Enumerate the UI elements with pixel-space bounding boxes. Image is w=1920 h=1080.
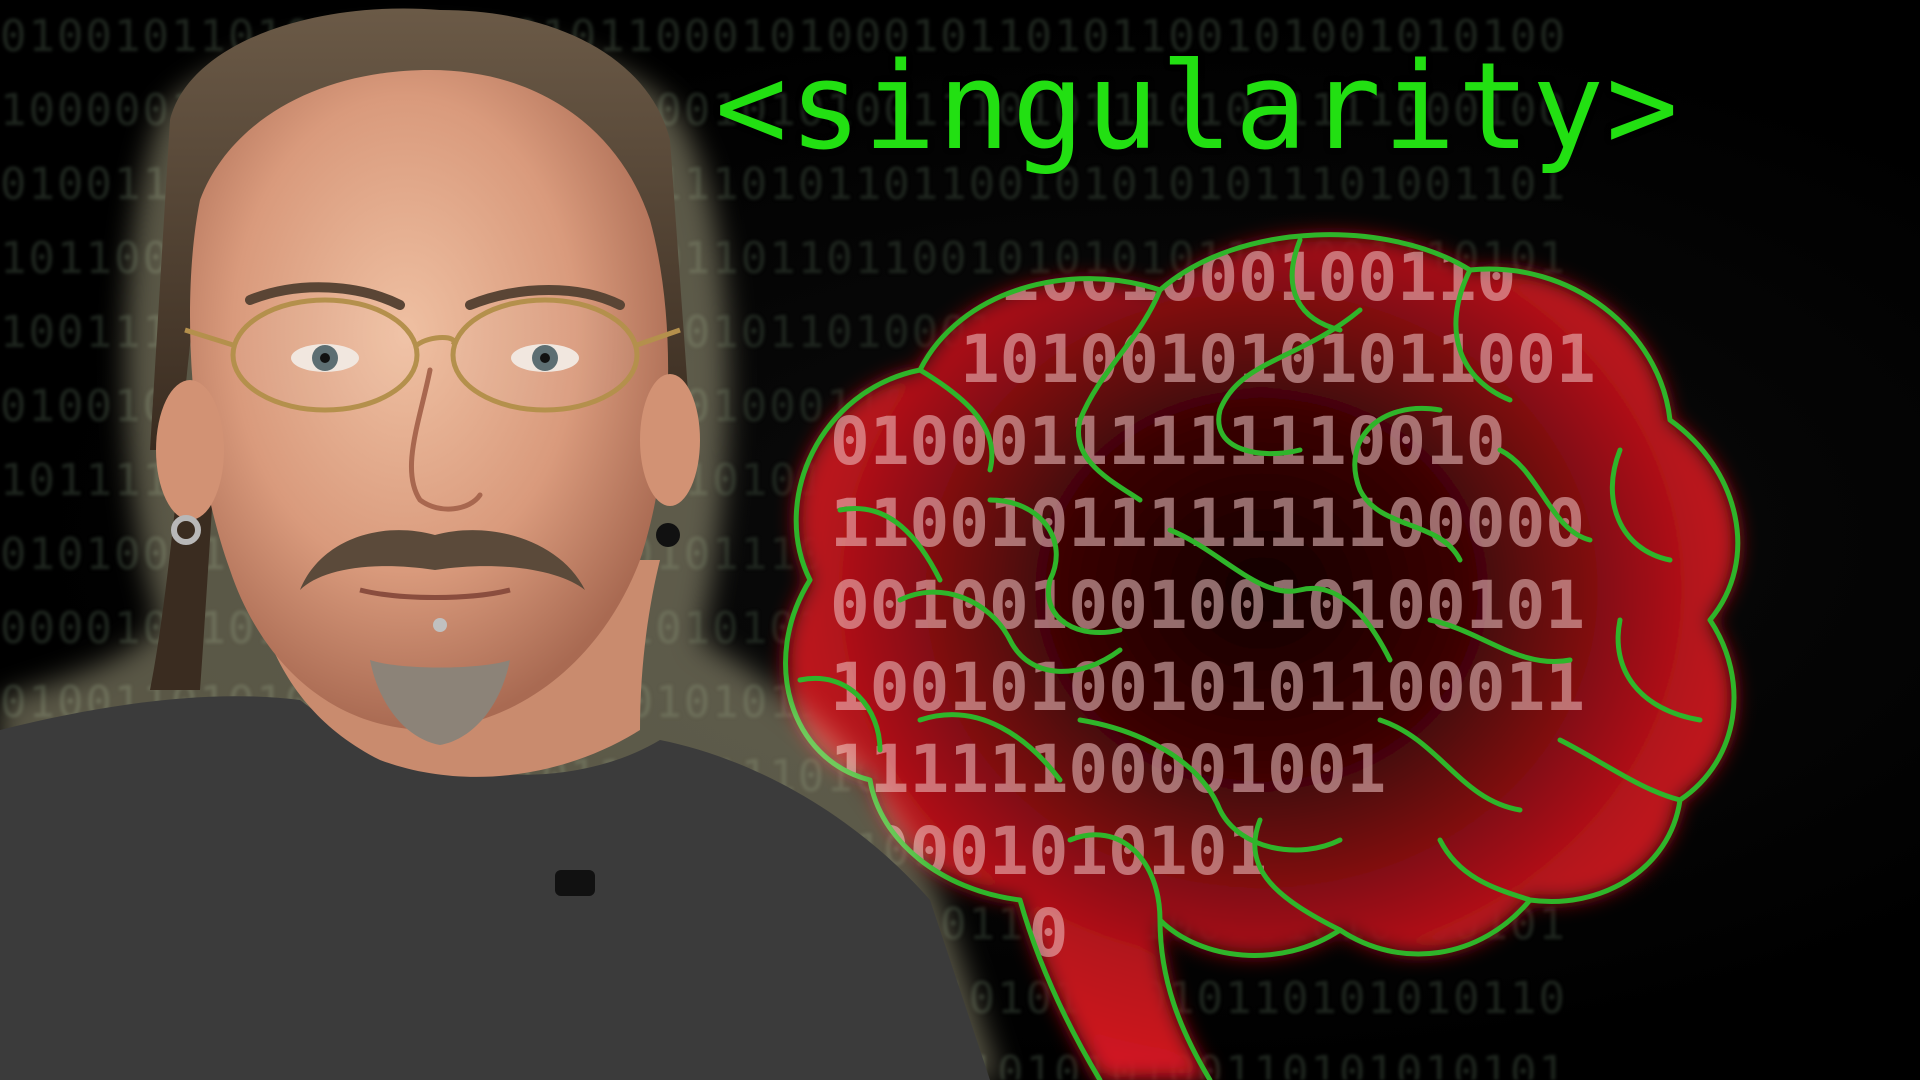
presenter-photo <box>0 0 1120 1080</box>
thumbnail-canvas: 0100101101000111100101100010100010110101… <box>0 0 1920 1080</box>
microphone-icon <box>555 870 595 896</box>
presenter-figure <box>0 8 1000 1080</box>
